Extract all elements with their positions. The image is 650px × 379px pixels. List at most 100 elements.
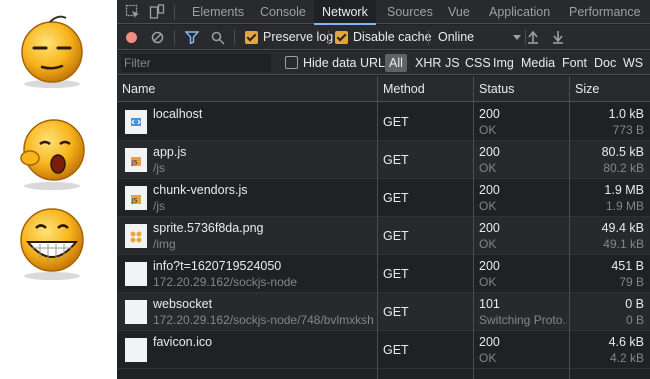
filter-bar: Hide data URLs All XHR JS CSS Img Media … <box>117 51 650 75</box>
throttling-select[interactable]: Online <box>438 25 474 50</box>
tab-performance[interactable]: Performance <box>569 0 641 24</box>
hide-data-urls-label[interactable]: Hide data URLs <box>303 51 391 75</box>
search-icon[interactable] <box>211 31 225 45</box>
filter-input[interactable] <box>121 54 271 72</box>
filter-type-media[interactable]: Media <box>521 51 555 75</box>
hide-data-urls-checkbox[interactable] <box>285 56 298 69</box>
filter-icon[interactable] <box>185 31 199 44</box>
js-file-icon: JS <box>125 148 147 172</box>
request-row[interactable]: JS app.js/js GET 200 OK 80.5 kB 80.2 kB <box>117 141 650 179</box>
request-transfer-size: 1.0 kB <box>608 107 644 121</box>
request-resource-size: 79 B <box>619 275 644 289</box>
request-transfer-size: 451 B <box>611 259 644 273</box>
request-method: GET <box>383 153 409 167</box>
export-har-icon[interactable] <box>552 30 564 44</box>
js-file-icon: JS <box>125 186 147 210</box>
filter-type-img[interactable]: Img <box>493 51 514 75</box>
column-divider[interactable] <box>377 76 378 379</box>
network-toolbar: Preserve log Disable cache Online <box>117 25 650 50</box>
request-name[interactable]: websocket <box>153 297 212 311</box>
toolbar-separator <box>174 5 175 20</box>
devtools-tab-bar: Elements Console Network Sources Vue App… <box>117 0 650 25</box>
request-row[interactable]: websocket 172.20.29.162/sockjs-node/748/b… <box>117 293 650 331</box>
image-file-icon <box>125 224 147 248</box>
yawning-emoji-icon <box>20 119 85 190</box>
filter-type-css[interactable]: CSS <box>465 51 491 75</box>
tab-application[interactable]: Application <box>489 0 550 24</box>
filter-type-ws[interactable]: WS <box>623 51 643 75</box>
request-status-code: 101 <box>479 297 500 311</box>
request-status-code: 200 <box>479 183 500 197</box>
chevron-down-icon[interactable] <box>513 35 521 41</box>
blank-file-icon <box>125 338 147 362</box>
toolbar-separator <box>428 30 429 45</box>
request-status-code: 200 <box>479 335 500 349</box>
clear-icon[interactable] <box>151 31 164 44</box>
column-header-size[interactable]: Size <box>570 76 599 102</box>
request-resource-size: 80.2 kB <box>603 161 644 175</box>
column-divider[interactable] <box>473 76 474 379</box>
request-name[interactable]: info?t=1620719524050 <box>153 259 281 273</box>
preserve-log-label[interactable]: Preserve log <box>263 25 333 50</box>
device-toolbar-icon[interactable] <box>149 4 165 20</box>
svg-text:JS: JS <box>131 198 138 205</box>
request-resource-size: 4.2 kB <box>609 351 644 365</box>
tab-network[interactable]: Network <box>314 0 376 25</box>
network-request-list: localhost GET 200 OK 1.0 kB 773 B JS app.js/js G… <box>117 103 650 379</box>
toolbar-separator <box>328 30 329 45</box>
column-header-method[interactable]: Method <box>378 76 425 102</box>
request-status-code: 200 <box>479 259 500 273</box>
svg-text:JS: JS <box>131 160 138 167</box>
request-path: 172.20.29.162/sockjs-node/748/bvlmxksh <box>153 313 374 327</box>
request-name[interactable]: localhost <box>153 107 202 121</box>
network-grid-header: Name Method Status Size <box>117 76 650 102</box>
request-status-code: 200 <box>479 221 500 235</box>
inspect-element-icon[interactable] <box>125 4 141 20</box>
record-icon[interactable] <box>125 31 138 44</box>
tab-console[interactable]: Console <box>260 0 306 24</box>
request-row[interactable]: favicon.ico GET 200 OK 4.6 kB 4.2 kB <box>117 331 650 369</box>
request-path: /js <box>153 199 165 213</box>
request-row[interactable]: JS chunk-vendors.js/js GET 200 OK 1.9 MB 1.9 M… <box>117 179 650 217</box>
request-transfer-size: 80.5 kB <box>601 145 644 159</box>
request-name[interactable]: favicon.ico <box>153 335 212 349</box>
column-header-status[interactable]: Status <box>474 76 514 102</box>
import-har-icon[interactable] <box>527 30 539 44</box>
request-transfer-size: 49.4 kB <box>601 221 644 235</box>
tab-elements[interactable]: Elements <box>192 0 244 24</box>
html-file-icon <box>125 110 147 134</box>
toolbar-separator <box>525 30 526 45</box>
filter-type-all[interactable]: All <box>385 54 407 72</box>
request-status-text: OK <box>479 351 497 365</box>
column-divider[interactable] <box>569 76 570 379</box>
request-path: /img <box>153 237 176 251</box>
request-row[interactable]: localhost GET 200 OK 1.0 kB 773 B <box>117 103 650 141</box>
filter-type-xhr[interactable]: XHR <box>415 51 441 75</box>
request-name[interactable]: app.js <box>153 145 186 159</box>
bored-emoji-icon <box>21 15 83 88</box>
preserve-log-checkbox[interactable] <box>245 31 258 44</box>
column-header-name[interactable]: Name <box>117 76 155 102</box>
request-name[interactable]: chunk-vendors.js <box>153 183 248 197</box>
request-row[interactable]: sprite.5736f8da.png/img GET 200 OK 49.4 kB 49… <box>117 217 650 255</box>
request-status-text: OK <box>479 199 497 213</box>
filter-type-js[interactable]: JS <box>445 51 460 75</box>
request-method: GET <box>383 267 409 281</box>
request-name[interactable]: sprite.5736f8da.png <box>153 221 264 235</box>
toolbar-separator <box>174 30 175 45</box>
blank-file-icon <box>125 262 147 286</box>
filter-type-doc[interactable]: Doc <box>594 51 616 75</box>
tab-sources[interactable]: Sources <box>387 0 433 24</box>
emoji-panel <box>0 0 117 379</box>
request-status-code: 200 <box>479 145 500 159</box>
request-status-text: Switching Proto... <box>479 313 567 327</box>
disable-cache-label[interactable]: Disable cache <box>353 25 432 50</box>
disable-cache-checkbox[interactable] <box>335 31 348 44</box>
request-path: /js <box>153 161 165 175</box>
request-row[interactable]: info?t=1620719524050 172.20.29.162/sockjs… <box>117 255 650 293</box>
tab-vue[interactable]: Vue <box>448 0 470 24</box>
grinning-emoji-icon <box>20 208 84 280</box>
request-method: GET <box>383 191 409 205</box>
filter-type-font[interactable]: Font <box>562 51 587 75</box>
screenshot-root: Elements Console Network Sources Vue App… <box>0 0 650 379</box>
